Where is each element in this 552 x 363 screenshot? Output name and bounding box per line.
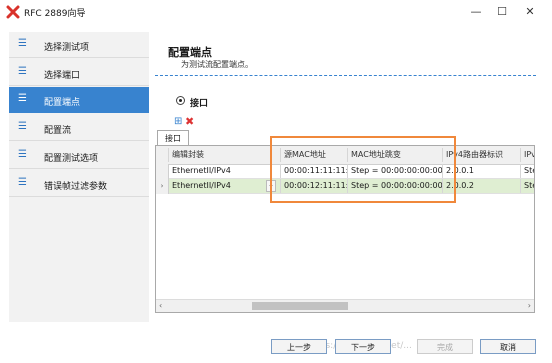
- list-icon: ☰: [18, 93, 27, 104]
- close-button[interactable]: ✕: [518, 3, 542, 21]
- page-title: 配置端点: [168, 46, 212, 59]
- list-icon: ☰: [18, 149, 27, 160]
- sidebar-item-label: 配置端点: [44, 98, 81, 108]
- sidebar-item-label: 选择测试项: [44, 43, 90, 53]
- previous-button[interactable]: 上一步: [271, 339, 327, 354]
- horizontal-scrollbar[interactable]: ‹ ›: [156, 299, 534, 312]
- add-row-icon[interactable]: ⊞: [174, 116, 182, 127]
- column-header[interactable]: 编辑封装: [169, 148, 281, 162]
- sidebar-item-error-filter[interactable]: ☰ 错误帧过滤参数: [9, 171, 149, 197]
- scrollbar-thumb[interactable]: [252, 302, 348, 310]
- row-marker: ›: [156, 179, 169, 194]
- title-bar: RFC 2889向导 — ☐ ✕: [0, 0, 552, 24]
- list-icon: ☰: [18, 121, 27, 132]
- sidebar-item-label: 配置流: [44, 126, 72, 136]
- minimize-button[interactable]: —: [464, 3, 488, 21]
- list-icon: ☰: [18, 177, 27, 188]
- window-title: RFC 2889向导: [24, 9, 86, 19]
- row-marker: [156, 164, 169, 179]
- finish-button[interactable]: 完成: [417, 339, 473, 354]
- sidebar-item-configure-stream[interactable]: ☰ 配置流: [9, 115, 149, 141]
- list-icon: ☰: [18, 38, 27, 49]
- sidebar-item-label: 配置测试选项: [44, 154, 99, 164]
- sidebar-item-test-options[interactable]: ☰ 配置测试选项: [9, 143, 149, 169]
- page-subtitle: 为测试流配置端点。: [181, 60, 253, 69]
- sidebar-item-select-test[interactable]: ☰ 选择测试项: [9, 32, 149, 58]
- sidebar-item-configure-endpoints[interactable]: ☰ 配置端点: [9, 87, 149, 113]
- interface-radio[interactable]: [176, 96, 185, 105]
- wizard-sidebar: ☰ 选择测试项 ☰ 选择端口 ☰ 配置端点 ☰ 配置流 ☰ 配置测试选项 ☰ 错…: [9, 32, 149, 322]
- table-cell[interactable]: Step: [521, 164, 534, 178]
- row-header-corner: [156, 148, 169, 162]
- table-cell[interactable]: EthernetII/IPv4: [169, 179, 281, 193]
- table-cell[interactable]: Step: [521, 179, 534, 193]
- cancel-button[interactable]: 取消: [480, 339, 536, 354]
- annotation-highlight-box: [270, 136, 456, 203]
- delete-row-icon[interactable]: ✖: [185, 115, 194, 128]
- tab-interface[interactable]: 接口: [157, 130, 189, 146]
- sidebar-item-select-port[interactable]: ☰ 选择端口: [9, 60, 149, 86]
- list-icon: ☰: [18, 66, 27, 77]
- app-logo-icon: [6, 5, 20, 19]
- column-header[interactable]: IPv4: [521, 148, 534, 162]
- maximize-button[interactable]: ☐: [490, 3, 514, 21]
- scroll-left-icon[interactable]: ‹: [159, 301, 162, 310]
- sidebar-item-label: 错误帧过滤参数: [44, 182, 108, 192]
- next-button[interactable]: 下一步: [335, 339, 391, 354]
- divider: [155, 75, 536, 76]
- sidebar-item-label: 选择端口: [44, 71, 81, 81]
- table-cell[interactable]: EthernetII/IPv4: [169, 164, 281, 178]
- interface-radio-label: 接口: [190, 99, 209, 109]
- scroll-right-icon[interactable]: ›: [528, 301, 531, 310]
